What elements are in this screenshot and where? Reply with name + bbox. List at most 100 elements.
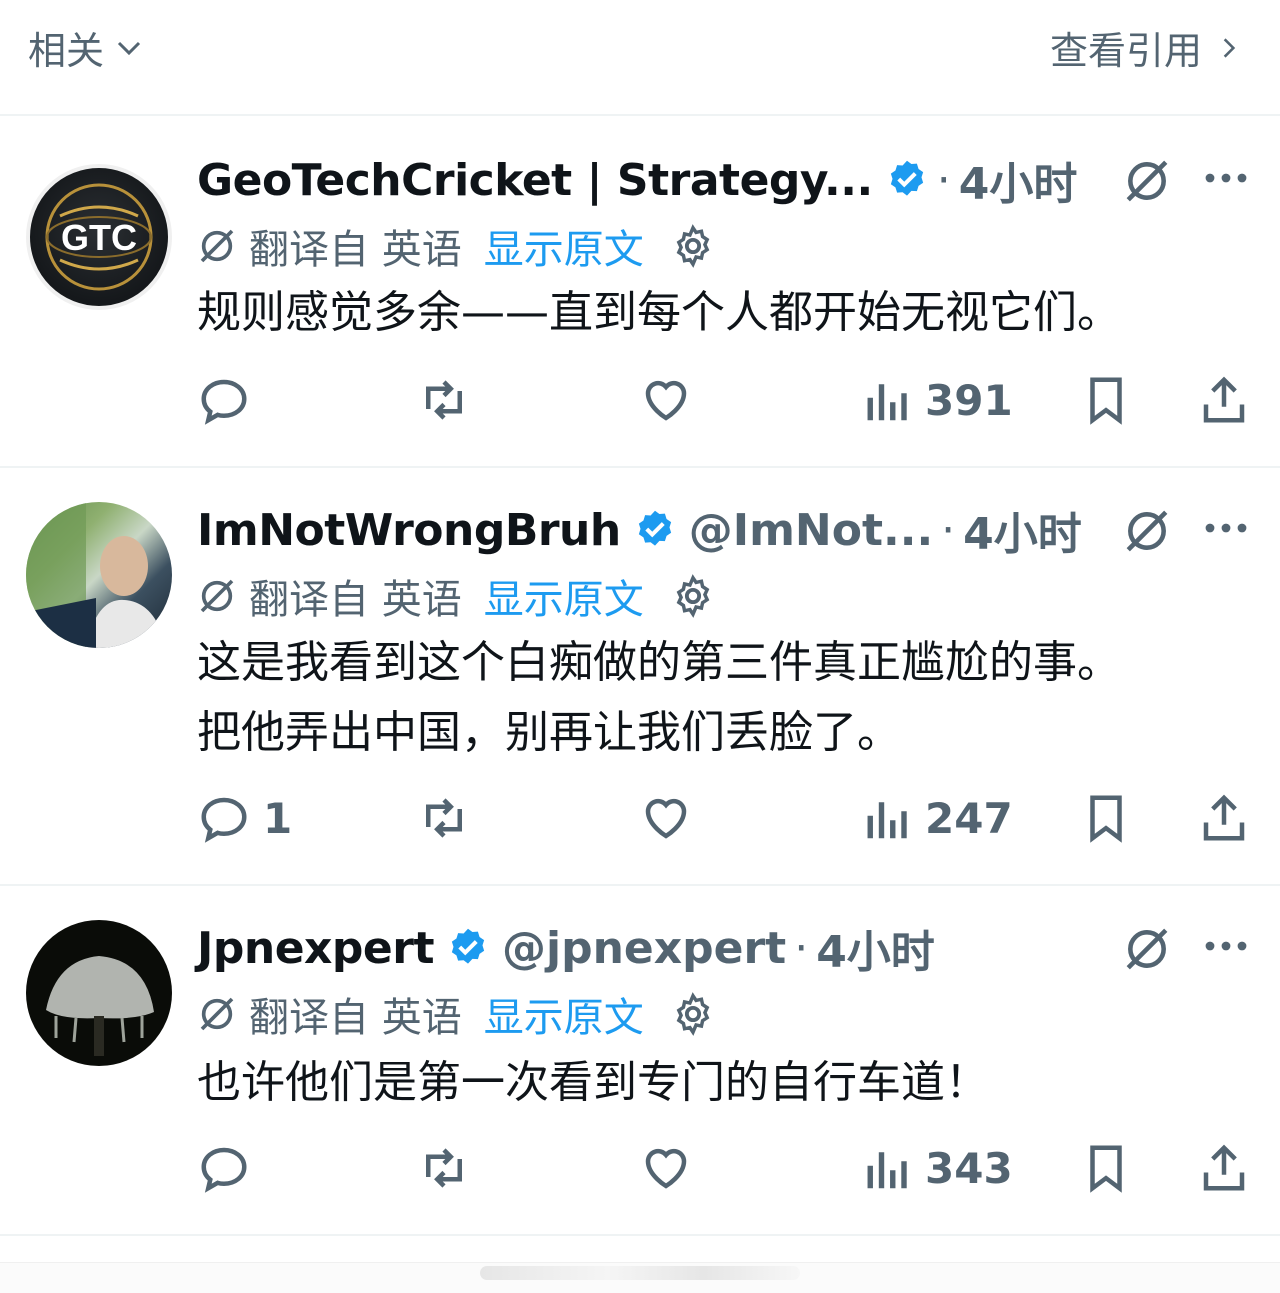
tweet[interactable]: ImNotWrongBruh @ImNot... · 4小时 翻译自 英语 显示…	[0, 468, 1280, 886]
replies-header: 相关 查看引用	[0, 0, 1280, 116]
tweet-actions: 1 247	[197, 788, 1257, 848]
author-name[interactable]: ImNotWrongBruh	[197, 505, 621, 556]
verified-badge-icon	[451, 928, 485, 964]
tweet[interactable]: Jpnexpert @jpnexpert · 4小时 翻译自 英语 显示原文 也…	[0, 886, 1280, 1236]
avatar-text: GTC	[61, 217, 137, 258]
translation-bar: 翻译自 英语 显示原文	[197, 218, 716, 274]
show-original-link[interactable]: 显示原文	[484, 567, 644, 625]
grok-translate-icon	[200, 579, 234, 613]
retweet-icon	[426, 798, 462, 838]
tweet-text-line: 把他弄出中国，别再让我们丢脸了。	[197, 707, 901, 758]
share-button[interactable]	[1197, 370, 1251, 430]
tweet-text: 规则感觉多余——直到每个人都开始无视它们。	[197, 278, 1121, 348]
retweet-button[interactable]	[417, 788, 471, 848]
retweet-button[interactable]	[417, 370, 471, 430]
show-original-link[interactable]: 显示原文	[484, 985, 644, 1043]
translation-bar: 翻译自 英语 显示原文	[197, 568, 716, 624]
avatar[interactable]: GTC	[26, 164, 172, 310]
tweet-text-line: 规则感觉多余——直到每个人都开始无视它们。	[197, 287, 1121, 338]
gear-icon[interactable]	[670, 573, 716, 619]
gear-icon[interactable]	[670, 223, 716, 269]
grok-translate-icon	[200, 997, 234, 1031]
author-handle[interactable]: @jpnexpert	[502, 923, 786, 974]
author-name[interactable]: Jpnexpert	[197, 923, 434, 974]
chevron-down-icon	[117, 41, 141, 55]
bookmark-button[interactable]	[1079, 788, 1133, 848]
reply-button[interactable]	[197, 1138, 263, 1198]
tweet-text-line: 也许他们是第一次看到专门的自行车道！	[197, 1057, 989, 1108]
views-button[interactable]: 391	[859, 370, 1013, 430]
chevron-right-icon	[1223, 37, 1236, 58]
tweet-text: 也许他们是第一次看到专门的自行车道！	[197, 1048, 989, 1118]
avatar[interactable]	[26, 502, 172, 648]
view-count: 247	[925, 793, 1013, 843]
retweet-button[interactable]	[417, 1138, 471, 1198]
avatar-photo-icon	[26, 502, 166, 648]
view-count: 391	[925, 375, 1013, 425]
separator-dot: ·	[794, 922, 809, 974]
show-original-link[interactable]: 显示原文	[484, 217, 644, 275]
author-name[interactable]: GeoTechCricket | Strategy...	[197, 155, 873, 206]
heart-icon	[645, 798, 687, 839]
view-quotes-label: 查看引用	[1049, 29, 1202, 73]
retweet-icon	[426, 1148, 462, 1188]
share-button[interactable]	[1197, 1138, 1251, 1198]
like-button[interactable]	[639, 1138, 693, 1198]
reply-icon	[201, 379, 247, 425]
tweet-actions: 391	[197, 370, 1257, 430]
avatar-photo-icon	[46, 956, 154, 1056]
reply-icon	[201, 797, 247, 843]
reply-icon	[201, 1147, 247, 1193]
views-chart-icon	[867, 384, 907, 421]
share-button[interactable]	[1197, 788, 1251, 848]
tweet-header: Jpnexpert @jpnexpert · 4小时	[197, 916, 935, 980]
heart-icon	[645, 1148, 687, 1189]
more-options-icon[interactable]	[1202, 508, 1250, 548]
share-icon	[1203, 1144, 1245, 1191]
sort-label: 相关	[28, 29, 105, 73]
views-button[interactable]: 247	[859, 788, 1013, 848]
grok-icon[interactable]	[1122, 156, 1172, 206]
bookmark-icon	[1090, 1145, 1122, 1193]
share-icon	[1203, 794, 1245, 841]
tweet-text-line: 这是我看到这个白痴做的第三件真正尴尬的事。	[197, 637, 1121, 688]
bookmark-button[interactable]	[1079, 370, 1133, 430]
avatar[interactable]	[26, 920, 172, 1066]
timestamp[interactable]: 4小时	[963, 498, 1082, 562]
sort-dropdown[interactable]: 相关	[28, 20, 144, 75]
tweet-text: 这是我看到这个白痴做的第三件真正尴尬的事。 把他弄出中国，别再让我们丢脸了。	[197, 628, 1121, 768]
reply-button[interactable]: 1	[197, 788, 292, 848]
separator-dot: ·	[936, 154, 951, 206]
grok-icon[interactable]	[1122, 506, 1172, 556]
tweet-actions: 343	[197, 1138, 1257, 1198]
author-handle[interactable]: @ImNot...	[689, 505, 933, 556]
tweet[interactable]: GTC GeoTechCricket | Strategy... · 4小时 翻…	[0, 118, 1280, 468]
timestamp[interactable]: 4小时	[816, 916, 935, 980]
translated-from-label: 翻译自 英语	[249, 577, 462, 623]
timestamp[interactable]: 4小时	[959, 148, 1078, 212]
views-button[interactable]: 343	[859, 1138, 1013, 1198]
bookmark-icon	[1090, 377, 1122, 425]
tweet-header: GeoTechCricket | Strategy... · 4小时	[197, 148, 1078, 212]
gtc-logo-icon: GTC	[45, 183, 153, 291]
view-quotes-link[interactable]: 查看引用	[1050, 20, 1242, 75]
reply-button[interactable]	[197, 370, 263, 430]
more-options-icon[interactable]	[1202, 158, 1250, 198]
translation-bar: 翻译自 英语 显示原文	[197, 986, 716, 1042]
translated-from-label: 翻译自 英语	[249, 227, 462, 273]
like-button[interactable]	[639, 370, 693, 430]
views-chart-icon	[867, 802, 907, 839]
grok-translate-icon	[200, 229, 234, 263]
grok-icon[interactable]	[1122, 924, 1172, 974]
more-options-icon[interactable]	[1202, 926, 1250, 966]
gear-icon[interactable]	[670, 991, 716, 1037]
view-count: 343	[925, 1143, 1013, 1193]
translated-from-label: 翻译自 英语	[249, 995, 462, 1041]
separator-dot: ·	[941, 504, 956, 556]
heart-icon	[645, 380, 687, 421]
like-button[interactable]	[639, 788, 693, 848]
bookmark-icon	[1090, 795, 1122, 843]
bookmark-button[interactable]	[1079, 1138, 1133, 1198]
tweet-header: ImNotWrongBruh @ImNot... · 4小时	[197, 498, 1082, 562]
verified-badge-icon	[890, 160, 923, 196]
